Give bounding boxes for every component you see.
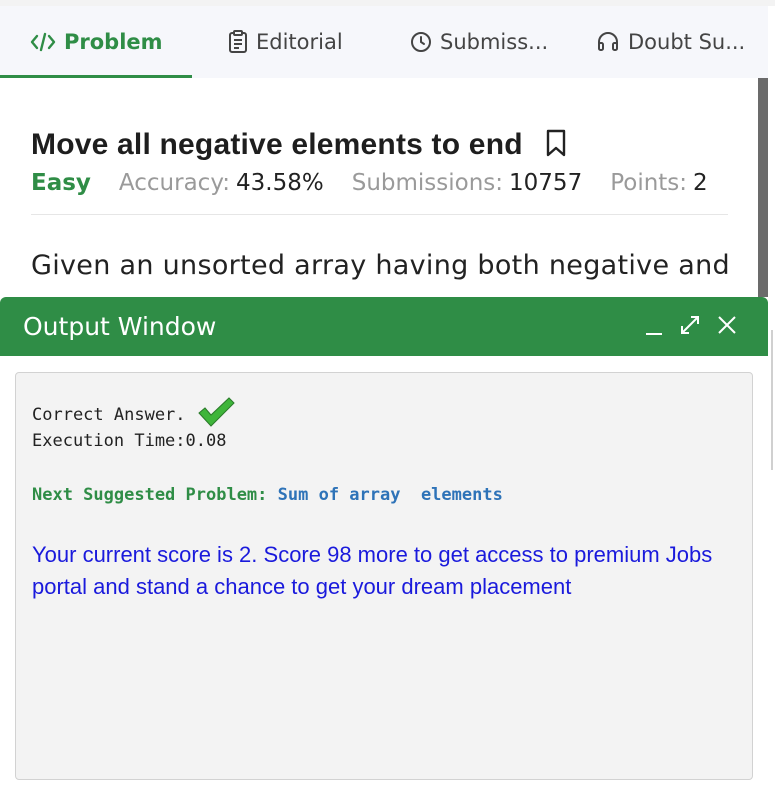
submissions-stat: Submissions: 10757 xyxy=(352,170,582,196)
points-value: 2 xyxy=(693,170,708,196)
problem-panel: Move all negative elements to end Easy A… xyxy=(0,78,758,298)
clock-icon xyxy=(410,31,432,53)
checkmark-icon xyxy=(196,395,236,434)
problem-title: Move all negative elements to end xyxy=(31,128,523,161)
scrollbar[interactable] xyxy=(758,78,768,298)
result-line: Correct Answer. xyxy=(32,395,236,434)
problem-description: Given an unsorted array having both nega… xyxy=(31,250,730,281)
output-body: Correct Answer. Execution Time:0.08 Next… xyxy=(15,372,753,780)
tab-doubt-support[interactable]: Doubt Su... xyxy=(560,6,760,78)
headset-icon xyxy=(596,30,620,54)
next-problem-label: Next Suggested Problem: xyxy=(32,485,268,505)
next-suggested-problem: Next Suggested Problem: Sum of array ele… xyxy=(32,485,503,505)
tab-label: Submiss... xyxy=(440,30,549,54)
tab-label: Doubt Su... xyxy=(628,30,746,54)
close-icon[interactable] xyxy=(716,314,738,340)
output-window: Output Window Correct Answer. Execution … xyxy=(0,297,768,787)
tab-problem[interactable]: Problem xyxy=(0,6,192,78)
accuracy-value: 43.58% xyxy=(236,170,324,196)
next-problem-link[interactable]: Sum of array elements xyxy=(278,485,503,505)
accuracy-label: Accuracy: xyxy=(118,170,231,196)
divider xyxy=(31,214,728,215)
difficulty-badge: Easy xyxy=(31,170,91,196)
window-controls xyxy=(644,313,738,341)
title-row: Move all negative elements to end xyxy=(31,128,567,162)
score-message: Your current score is 2. Score 98 more t… xyxy=(32,542,713,599)
document-icon xyxy=(228,30,248,54)
tab-label: Problem xyxy=(64,30,163,54)
tab-label: Editorial xyxy=(256,30,343,54)
tab-submissions[interactable]: Submiss... xyxy=(372,6,560,78)
minimize-icon[interactable] xyxy=(644,314,664,340)
submissions-value: 10757 xyxy=(509,170,583,196)
expand-icon[interactable] xyxy=(678,313,702,341)
edge-divider xyxy=(771,330,773,470)
execution-time: Execution Time:0.08 xyxy=(32,431,227,451)
problem-meta: Easy Accuracy: 43.58% Submissions: 10757 P… xyxy=(31,170,708,196)
submissions-label: Submissions: xyxy=(351,170,504,196)
output-header: Output Window xyxy=(0,297,768,356)
points-stat: Points: 2 xyxy=(610,170,707,196)
tab-bar: Problem Editorial Submiss... Doubt Su... xyxy=(0,6,768,78)
points-label: Points: xyxy=(610,170,688,196)
accuracy-stat: Accuracy: 43.58% xyxy=(119,170,324,196)
bookmark-icon[interactable] xyxy=(545,129,567,161)
result-text: Correct Answer. xyxy=(32,404,186,425)
tab-editorial[interactable]: Editorial xyxy=(192,6,372,78)
output-window-title: Output Window xyxy=(23,312,217,341)
code-icon xyxy=(30,31,56,53)
